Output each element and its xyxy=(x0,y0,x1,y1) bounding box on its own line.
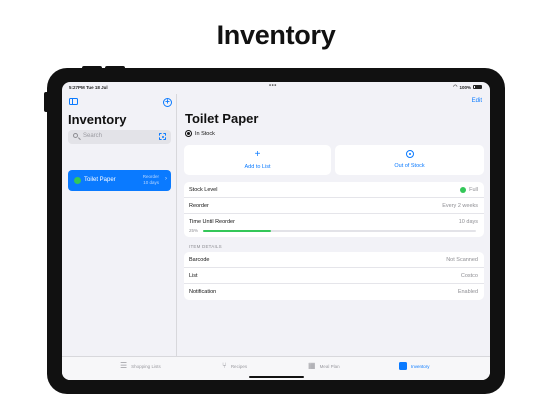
search-placeholder: Search xyxy=(83,133,103,139)
tab-label: Shopping Lists xyxy=(131,363,161,369)
reorder-value: Every 2 weeks xyxy=(442,203,478,209)
time-until-value: 10 days xyxy=(458,219,478,225)
battery-percent: 100% xyxy=(459,84,471,90)
barcode-label: Barcode xyxy=(189,257,210,263)
item-title: Toilet Paper xyxy=(185,111,259,126)
edit-button[interactable]: Edit xyxy=(472,98,482,104)
tab-inventory[interactable]: Inventory xyxy=(399,362,430,370)
status-right: ◠ 100% xyxy=(453,84,482,90)
stock-status-dot xyxy=(74,177,81,184)
marketing-headline: Inventory xyxy=(216,20,336,50)
time-until-label: Time Until Reorder xyxy=(189,219,235,225)
reorder-row[interactable]: Reorder Every 2 weeks xyxy=(184,198,484,214)
tab-shopping-lists[interactable]: ☰ Shopping Lists xyxy=(120,362,161,370)
barcode-value: Not Scanned xyxy=(446,257,478,263)
status-time: 5:27PM Tue 18 Jul xyxy=(69,85,108,90)
add-to-list-label: Add to List xyxy=(244,164,271,170)
time-until-reorder-row[interactable]: Time Until Reorder 10 days 25% xyxy=(184,214,484,237)
sidebar-title: Inventory xyxy=(68,112,127,127)
search-icon xyxy=(73,133,78,138)
stock-level-row[interactable]: Stock Level Full xyxy=(184,182,484,198)
tab-label: Recipes xyxy=(230,363,248,369)
home-indicator xyxy=(249,376,304,378)
notification-label: Notification xyxy=(189,289,217,295)
search-input[interactable]: Search xyxy=(68,130,171,144)
sidebar-item-toilet-paper[interactable]: Toilet Paper Reorder 10 days › xyxy=(68,170,171,191)
item-details-card: Barcode Not Scanned List Costco Notifica… xyxy=(184,252,484,300)
notification-row[interactable]: Notification Enabled xyxy=(184,284,484,300)
ipad-screen: 5:27PM Tue 18 Jul ••• ◠ 100% + Inventory… xyxy=(62,82,490,380)
tab-label: Meal Plan xyxy=(319,363,340,369)
list-icon: ☰ xyxy=(120,361,128,370)
reorder-progress-bar xyxy=(203,230,476,232)
plus-icon: + xyxy=(254,149,261,160)
tab-meal-plan[interactable]: ▦ Meal Plan xyxy=(308,362,340,370)
in-stock-label: In Stock xyxy=(195,130,215,137)
sidebar: + Inventory Search Toilet Paper Reorder … xyxy=(62,94,177,356)
tab-label: Inventory xyxy=(411,363,430,369)
box-icon xyxy=(399,362,407,370)
sidebar-item-label: Toilet Paper xyxy=(84,177,116,183)
reorder-progress-fill xyxy=(203,230,272,232)
notification-value: Enabled xyxy=(457,289,478,295)
stock-level-text: Full xyxy=(469,187,478,193)
status-bar: 5:27PM Tue 18 Jul ••• ◠ 100% xyxy=(62,82,490,94)
list-label: List xyxy=(189,273,198,279)
multitasking-dots-icon[interactable]: ••• xyxy=(269,83,277,89)
radio-filled-icon xyxy=(185,130,192,137)
chevron-right-icon: › xyxy=(165,176,167,182)
progress-percent: 25% xyxy=(189,228,199,233)
add-to-list-button[interactable]: + Add to List xyxy=(184,145,331,175)
sidebar-item-subtitle: Reorder 10 days xyxy=(142,174,159,185)
list-row[interactable]: List Costco xyxy=(184,268,484,284)
stock-level-dot xyxy=(460,187,467,193)
barcode-scan-icon[interactable] xyxy=(159,133,166,140)
fork-knife-icon: ⑂ xyxy=(222,361,227,370)
detail-pane: Edit Toilet Paper In Stock + Add to List… xyxy=(177,94,490,356)
tab-recipes[interactable]: ⑂ Recipes xyxy=(222,362,247,370)
sidebar-toggle-icon[interactable] xyxy=(69,98,78,105)
add-item-icon[interactable]: + xyxy=(163,98,172,107)
barcode-row[interactable]: Barcode Not Scanned xyxy=(184,252,484,268)
wifi-icon: ◠ xyxy=(453,84,458,90)
target-icon xyxy=(405,150,414,158)
stock-level-value: Full xyxy=(460,187,478,193)
in-stock-indicator[interactable]: In Stock xyxy=(185,130,215,137)
stock-level-label: Stock Level xyxy=(189,187,218,193)
out-of-stock-label: Out of Stock xyxy=(394,163,425,169)
battery-icon xyxy=(473,84,482,90)
stock-card: Stock Level Full Reorder Every 2 weeks T… xyxy=(184,182,484,237)
list-value: Costco xyxy=(460,273,478,279)
out-of-stock-button[interactable]: Out of Stock xyxy=(335,145,484,175)
reorder-label: Reorder xyxy=(189,203,209,209)
calendar-icon: ▦ xyxy=(308,361,316,370)
section-header-item-details: ITEM DETAILS xyxy=(189,244,222,249)
